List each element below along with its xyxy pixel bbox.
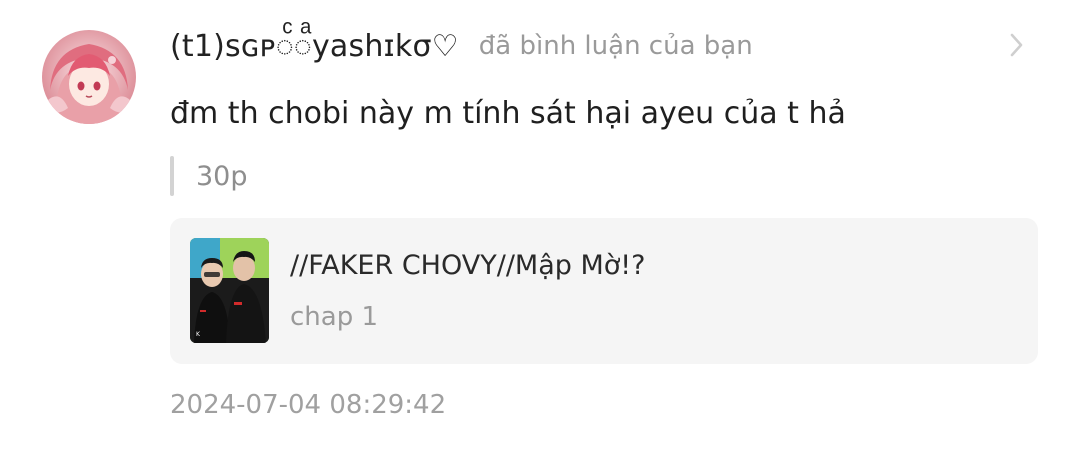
- anime-girl-avatar-icon: [42, 30, 136, 124]
- timestamp: 2024-07-04 08:29:42: [170, 390, 447, 420]
- story-cover-thumbnail[interactable]: K: [190, 238, 269, 343]
- quoted-text: 30p: [196, 160, 248, 192]
- story-chapter: chap 1: [290, 302, 379, 332]
- story-cover-icon: K: [190, 238, 269, 343]
- chevron-right-icon[interactable]: [1004, 30, 1028, 60]
- referenced-story-card[interactable]: K //FAKER CHOVY//Mập Mờ!? chap 1: [170, 218, 1038, 364]
- header-row: (t1)sɢᴘ◌ͨ◌ͣyashɪkσ♡ đã bình luận của bạn: [170, 26, 753, 66]
- comment-text: đm th chobi này m tính sát hại ayeu của …: [170, 96, 846, 131]
- story-title[interactable]: //FAKER CHOVY//Mập Mờ!?: [290, 250, 645, 281]
- quote-bar: [170, 156, 174, 196]
- username[interactable]: (t1)sɢᴘ◌ͨ◌ͣyashɪkσ♡: [170, 29, 459, 64]
- user-avatar[interactable]: [42, 30, 136, 124]
- comment-notification[interactable]: (t1)sɢᴘ◌ͨ◌ͣyashɪkσ♡ đã bình luận của bạn…: [0, 0, 1080, 461]
- action-text: đã bình luận của bạn: [478, 31, 753, 61]
- quoted-comment: 30p: [170, 156, 248, 196]
